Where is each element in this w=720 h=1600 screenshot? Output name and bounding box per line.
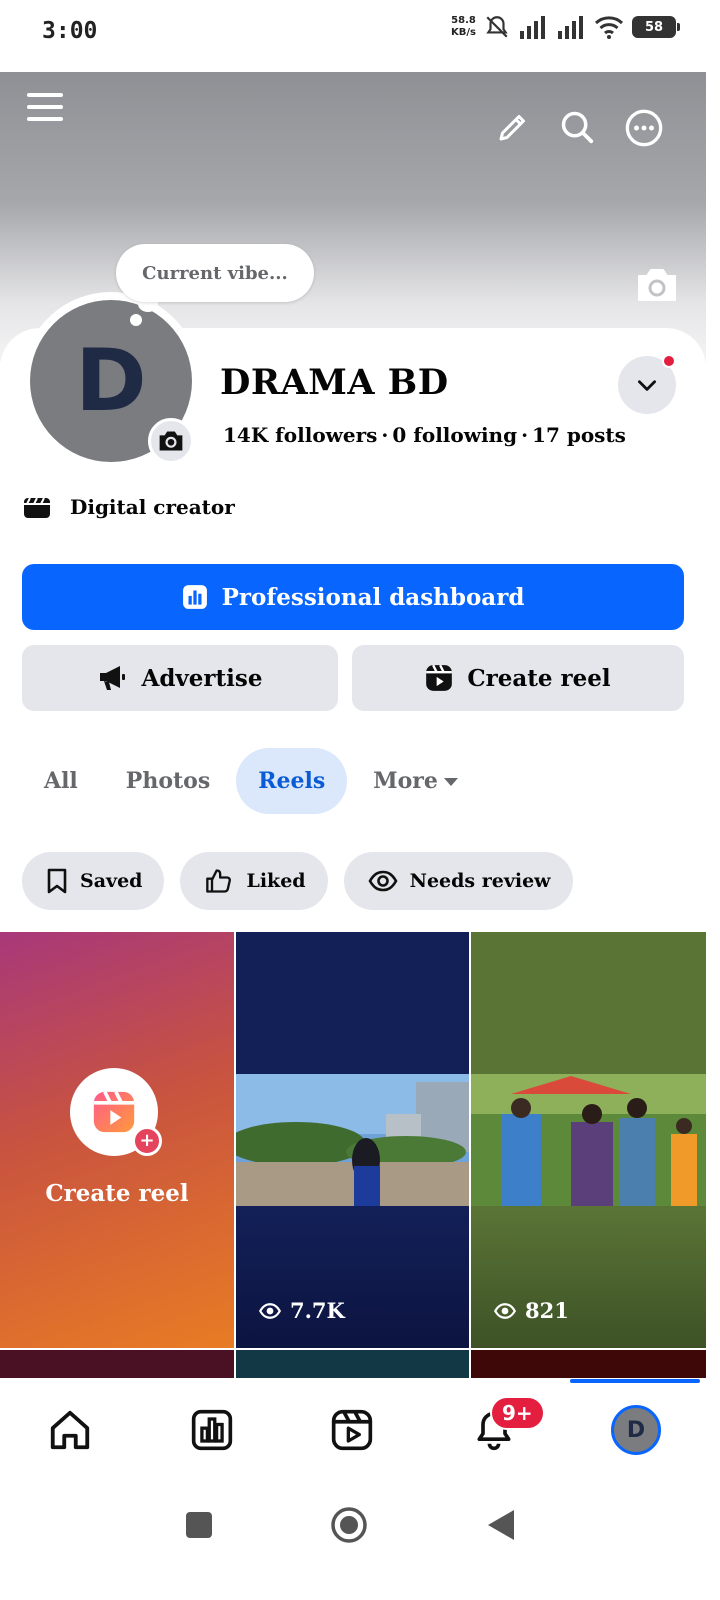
reel-shade <box>471 1208 706 1348</box>
recents-icon[interactable] <box>184 1510 214 1540</box>
create-reel-button[interactable]: Create reel <box>352 645 684 711</box>
battery-indicator: 58 <box>632 16 680 38</box>
signal-icon-2 <box>558 16 583 39</box>
home-button-icon[interactable] <box>330 1506 368 1544</box>
reel-thumbnail <box>471 1074 706 1206</box>
category-label: Digital creator <box>70 495 235 519</box>
reel-tile[interactable] <box>236 1350 469 1378</box>
nav-avatar: D <box>611 1405 661 1455</box>
filter-saved-label: Saved <box>80 870 143 892</box>
system-nav-bar <box>0 1478 720 1600</box>
profile-name: DRAMA BD <box>220 362 449 403</box>
nav-dashboard[interactable] <box>182 1400 242 1460</box>
search-icon <box>561 111 594 144</box>
reel-tile[interactable] <box>471 1350 706 1378</box>
eye-icon <box>368 870 398 892</box>
more-button[interactable] <box>620 104 668 152</box>
current-vibe-bubble[interactable]: Current vibe... <box>116 244 314 302</box>
chevron-down-icon <box>638 380 656 391</box>
more-icon <box>625 109 663 147</box>
following-count[interactable]: 0 following <box>392 423 517 447</box>
tab-photos[interactable]: Photos <box>104 748 232 814</box>
reel-filters: Saved Liked Needs review <box>22 852 573 910</box>
camera-icon <box>159 431 183 451</box>
reels-nav-icon <box>331 1409 373 1451</box>
avatar-camera-button[interactable] <box>148 418 194 464</box>
filter-liked[interactable]: Liked <box>180 852 328 910</box>
filter-liked-label: Liked <box>246 870 306 892</box>
posts-count[interactable]: 17 posts <box>532 423 626 447</box>
network-speed-value: 58.8 <box>451 15 476 26</box>
status-bar: 3:00 58.8 KB/s 58 <box>0 0 720 72</box>
dashboard-label: Professional dashboard <box>221 583 525 611</box>
reel-icon <box>93 1091 135 1133</box>
reel-icon <box>426 664 453 691</box>
notification-dot <box>662 354 676 368</box>
bookmark-icon <box>47 868 67 894</box>
create-reel-tile[interactable]: + Create reel <box>0 932 234 1348</box>
profile-category: Digital creator <box>22 494 235 520</box>
tab-more[interactable]: More <box>351 748 482 814</box>
followers-count[interactable]: 14K followers <box>223 423 377 447</box>
tab-more-label: More <box>373 768 438 794</box>
thumbs-up-icon <box>206 869 232 893</box>
clapperboard-icon <box>24 497 50 518</box>
eye-icon <box>493 1302 517 1319</box>
tab-all[interactable]: All <box>22 748 100 814</box>
advertise-label: Advertise <box>141 664 263 692</box>
search-button[interactable] <box>554 104 600 150</box>
pencil-icon <box>499 115 525 141</box>
advertise-button[interactable]: Advertise <box>22 645 338 711</box>
reel-views: 7.7K <box>258 1298 345 1323</box>
reel-tile[interactable] <box>0 1350 234 1378</box>
professional-dashboard-button[interactable]: Professional dashboard <box>22 564 684 630</box>
menu-button[interactable] <box>22 84 68 130</box>
edit-button[interactable] <box>490 104 536 150</box>
content-tabs: All Photos Reels More <box>22 748 482 814</box>
filter-saved[interactable]: Saved <box>22 852 165 910</box>
signal-icon <box>520 16 545 39</box>
nav-profile[interactable]: D <box>606 1400 666 1460</box>
stats-separator: · <box>521 423 529 447</box>
bottom-nav: D <box>0 1378 720 1478</box>
back-icon[interactable] <box>486 1508 516 1542</box>
network-speed-unit: KB/s <box>451 27 476 38</box>
reel-tile[interactable]: 7.7K <box>236 932 469 1348</box>
create-reel-tile-label: Create reel <box>45 1180 189 1207</box>
wifi-icon <box>594 16 624 39</box>
notification-badge: 9+ <box>490 1396 545 1430</box>
reel-views-count: 7.7K <box>290 1298 345 1323</box>
filter-needs-review-label: Needs review <box>409 870 551 892</box>
reel-shade <box>236 1208 469 1348</box>
plus-icon: + <box>132 1126 162 1156</box>
chart-icon <box>182 585 207 609</box>
home-icon <box>50 1410 90 1450</box>
active-tab-indicator <box>570 1379 700 1383</box>
reel-thumbnail <box>236 1074 469 1206</box>
reels-grid: + Create reel 7.7K 821 <box>0 932 706 1378</box>
megaphone-icon <box>99 666 125 690</box>
reel-views: 821 <box>493 1298 569 1323</box>
eye-icon <box>258 1302 282 1319</box>
stats-separator: · <box>381 423 389 447</box>
profile-stats: 14K followers · 0 following · 17 posts <box>223 423 626 447</box>
menu-icon <box>27 93 63 121</box>
cover-camera-button[interactable] <box>634 262 680 308</box>
camera-icon <box>638 269 676 301</box>
bell-muted-icon <box>486 16 508 38</box>
caret-down-icon <box>443 778 458 786</box>
filter-needs-review[interactable]: Needs review <box>343 852 573 910</box>
reel-views-count: 821 <box>525 1298 569 1323</box>
nav-reels[interactable] <box>322 1400 382 1460</box>
status-time: 3:00 <box>42 18 98 44</box>
reel-tile[interactable]: 821 <box>471 932 706 1348</box>
tab-reels[interactable]: Reels <box>236 748 348 814</box>
vibe-bubble-dot <box>130 314 142 326</box>
create-reel-label: Create reel <box>467 664 611 692</box>
network-speed: 58.8 KB/s <box>451 15 476 39</box>
nav-home[interactable] <box>40 1400 100 1460</box>
dashboard-icon <box>191 1409 233 1451</box>
status-icons: 58.8 KB/s 58 <box>451 14 680 40</box>
